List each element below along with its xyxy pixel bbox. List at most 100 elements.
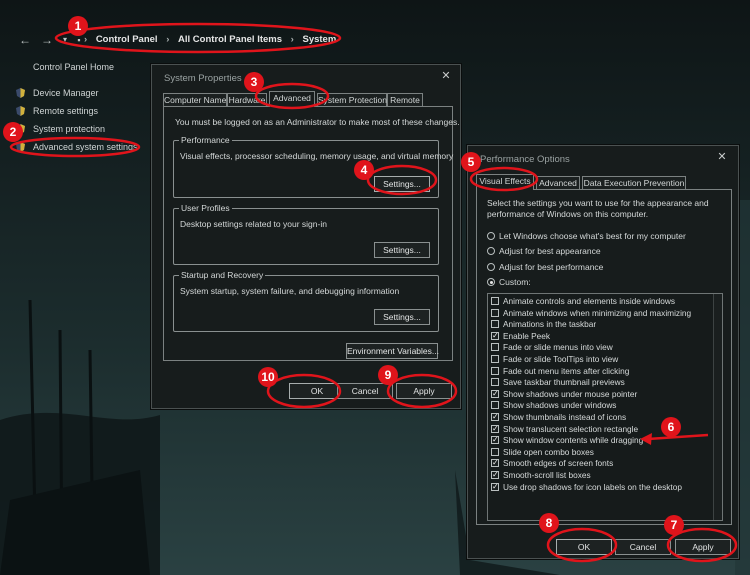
user-profiles-group: User Profiles Desktop settings related t…	[173, 203, 439, 265]
sidebar-item-label: Advanced system settings	[33, 142, 138, 152]
effect-checkbox-row[interactable]: Animate controls and elements inside win…	[491, 296, 675, 308]
shield-icon	[16, 106, 25, 116]
effect-checkbox-row[interactable]: Show shadows under mouse pointer	[491, 388, 637, 401]
breadcrumb-system[interactable]: System	[302, 34, 336, 45]
scrollbar[interactable]	[713, 294, 722, 520]
cancel-button[interactable]: Cancel	[615, 539, 671, 555]
radio-best-performance[interactable]: Adjust for best performance	[487, 262, 603, 274]
checkbox-icon[interactable]	[491, 469, 499, 480]
effect-checkbox-row[interactable]: Animate windows when minimizing and maxi…	[491, 308, 691, 320]
checkbox-icon[interactable]	[491, 481, 499, 492]
effect-checkbox-row[interactable]: Show window contents while dragging	[491, 434, 644, 447]
radio-let-windows-choose[interactable]: Let Windows choose what's best for my co…	[487, 231, 686, 243]
checkbox-icon[interactable]	[491, 388, 499, 399]
checkbox-icon[interactable]	[491, 411, 499, 422]
checkbox-icon[interactable]	[491, 423, 499, 434]
ok-button[interactable]: OK	[556, 539, 612, 555]
checkbox-icon[interactable]	[491, 378, 499, 387]
advanced-tab-panel: You must be logged on as an Administrato…	[163, 106, 460, 361]
tab-advanced[interactable]: Advanced	[269, 91, 315, 107]
group-label: User Profiles	[179, 203, 232, 213]
sidebar-item-device-manager[interactable]: Device Manager	[16, 88, 99, 98]
step-badge-4: 4	[354, 160, 374, 180]
visual-effects-list[interactable]: Animate controls and elements inside win…	[487, 293, 723, 521]
tab-remote[interactable]: Remote	[387, 93, 423, 107]
step-badge-1: 1	[68, 16, 88, 36]
radio-label: Let Windows choose what's best for my co…	[499, 231, 686, 241]
radio-custom[interactable]: Custom:	[487, 277, 531, 289]
performance-settings-button[interactable]: Settings...	[374, 176, 430, 192]
environment-variables-button[interactable]: Environment Variables...	[346, 343, 439, 359]
dialog-title: System Properties	[164, 73, 242, 84]
checkbox-icon[interactable]	[491, 366, 499, 375]
effect-checkbox-row[interactable]: Slide open combo boxes	[491, 447, 594, 459]
effect-checkbox-row[interactable]: Fade or slide menus into view	[491, 342, 613, 354]
breadcrumb-all-items[interactable]: All Control Panel Items	[178, 34, 282, 45]
radio-best-appearance[interactable]: Adjust for best appearance	[487, 246, 601, 258]
address-bar: ← → ▾ ▪ › Control Panel › All Control Pa…	[0, 22, 750, 56]
sidebar-item-remote-settings[interactable]: Remote settings	[16, 106, 98, 116]
effect-checkbox-row[interactable]: Use drop shadows for icon labels on the …	[491, 481, 682, 494]
effect-label: Animate controls and elements inside win…	[503, 296, 676, 306]
startup-recovery-settings-button[interactable]: Settings...	[374, 309, 430, 325]
effect-label: Show thumbnails instead of icons	[503, 412, 627, 422]
effect-checkbox-row[interactable]: Show translucent selection rectangle	[491, 423, 639, 436]
sidebar-item-system-protection[interactable]: System protection	[16, 124, 105, 134]
checkbox-icon[interactable]	[491, 330, 499, 341]
performance-group: Performance Visual effects, processor sc…	[173, 135, 453, 198]
effect-checkbox-row[interactable]: Animations in the taskbar	[491, 319, 596, 331]
tab-data-execution-prevention[interactable]: Data Execution Prevention	[582, 176, 686, 190]
chevron-down-icon[interactable]: ▾	[58, 35, 72, 44]
radio-icon	[487, 232, 495, 240]
effect-label: Show translucent selection rectangle	[503, 423, 639, 434]
shield-icon	[16, 142, 25, 152]
tab-visual-effects[interactable]: Visual Effects	[476, 174, 534, 190]
effect-checkbox-row[interactable]: Show shadows under windows	[491, 400, 616, 412]
effect-checkbox-row[interactable]: Fade out menu items after clicking	[491, 366, 629, 378]
apply-button[interactable]: Apply	[675, 539, 731, 555]
effect-label: Animations in the taskbar	[503, 319, 597, 330]
effect-label: Fade out menu items after clicking	[503, 365, 630, 376]
checkbox-icon[interactable]	[491, 308, 499, 317]
effect-checkbox-row[interactable]: Fade or slide ToolTips into view	[491, 354, 618, 366]
effect-checkbox-row[interactable]: Save taskbar thumbnail previews	[491, 377, 625, 389]
tab-system-protection[interactable]: System Protection	[317, 93, 387, 107]
apply-button[interactable]: Apply	[396, 383, 452, 399]
effect-label: Slide open combo boxes	[503, 446, 594, 457]
close-icon[interactable]: ✕	[714, 150, 730, 164]
effect-checkbox-row[interactable]: Smooth-scroll list boxes	[491, 469, 591, 482]
effect-label: Show window contents while dragging	[503, 435, 644, 446]
step-badge-7: 7	[664, 515, 684, 535]
tab-strip: Visual Effects Advanced Data Execution P…	[476, 174, 686, 190]
tab-computer-name[interactable]: Computer Name	[163, 93, 227, 107]
step-badge-10: 10	[258, 367, 278, 387]
cancel-button[interactable]: Cancel	[337, 383, 393, 399]
group-description: System startup, system failure, and debu…	[180, 286, 400, 296]
close-icon[interactable]: ✕	[438, 69, 454, 83]
breadcrumb-control-panel[interactable]: Control Panel	[96, 34, 158, 45]
effect-checkbox-row[interactable]: Enable Peek	[491, 330, 551, 343]
checkbox-icon[interactable]	[491, 434, 499, 445]
effect-checkbox-row[interactable]: Show thumbnails instead of icons	[491, 411, 627, 424]
sidebar-item-advanced-system-settings[interactable]: Advanced system settings	[16, 142, 138, 152]
checkbox-icon[interactable]	[491, 343, 499, 352]
control-panel-home-link[interactable]: Control Panel Home	[33, 62, 114, 72]
forward-arrow-icon[interactable]: →	[40, 33, 54, 47]
user-profiles-settings-button[interactable]: Settings...	[374, 242, 430, 258]
breadcrumb-separator-icon: ›	[84, 34, 88, 45]
back-arrow-icon[interactable]: ←	[18, 33, 32, 47]
radio-label: Custom:	[499, 277, 531, 287]
checkbox-icon[interactable]	[491, 447, 499, 456]
radio-icon	[487, 247, 495, 255]
intro-text-line-2: performance of Windows on this computer.	[487, 209, 649, 219]
checkbox-icon[interactable]	[491, 355, 499, 363]
step-badge-3: 3	[244, 72, 264, 92]
checkbox-icon[interactable]	[491, 401, 499, 410]
effect-label: Enable Peek	[503, 330, 551, 341]
checkbox-icon[interactable]	[491, 297, 499, 305]
tab-hardware[interactable]: Hardware	[227, 93, 267, 107]
effect-checkbox-row[interactable]: Smooth edges of screen fonts	[491, 457, 613, 470]
checkbox-icon[interactable]	[491, 457, 499, 468]
tab-advanced[interactable]: Advanced	[536, 176, 580, 190]
checkbox-icon[interactable]	[491, 320, 499, 329]
